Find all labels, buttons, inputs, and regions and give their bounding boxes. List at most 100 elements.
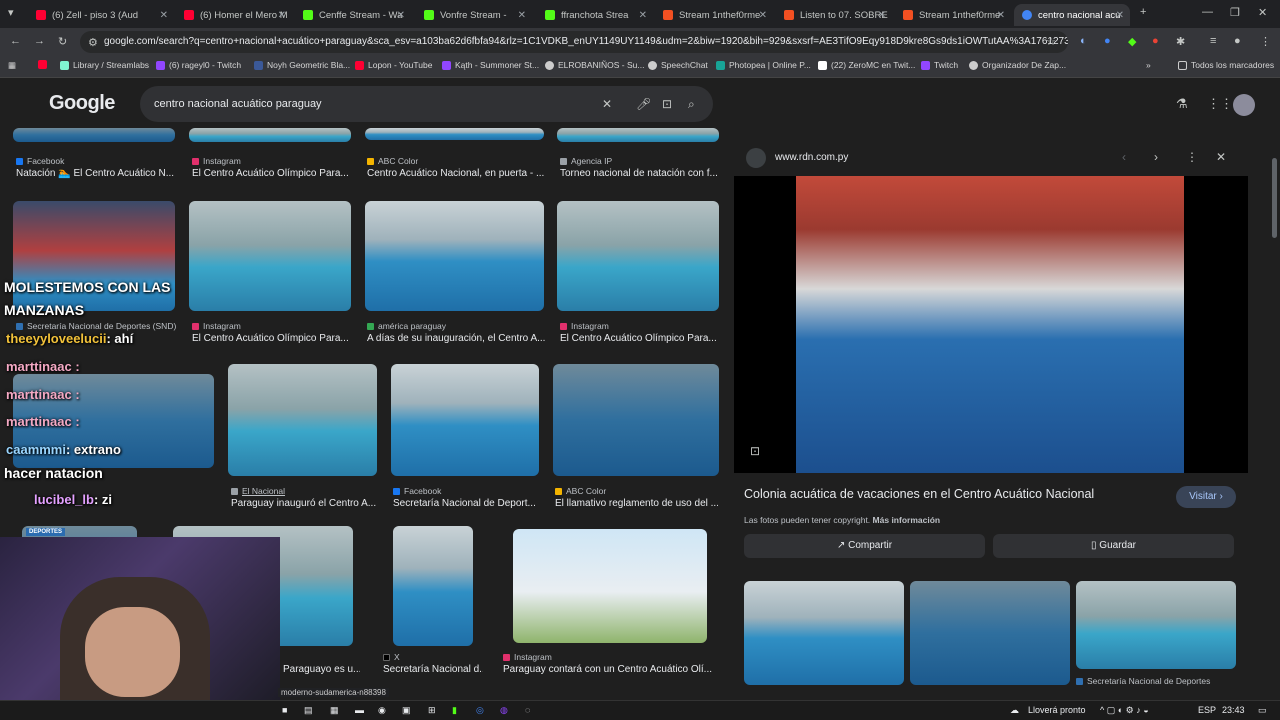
image-result[interactable] <box>365 201 544 311</box>
google-logo[interactable]: Google <box>49 92 115 115</box>
result-caption[interactable]: Secretaría Nacional d... <box>383 664 483 675</box>
lens-search-icon[interactable]: ⊡ <box>662 97 672 111</box>
tab-7[interactable]: Listen to 07. SOBRE ✕ <box>776 4 892 26</box>
app-icon[interactable]: ◍ <box>500 705 508 716</box>
voice-search-icon[interactable]: 🎤︎ <box>636 97 651 111</box>
result-caption[interactable]: Paraguay contará con un Centro Acuático … <box>503 664 715 675</box>
app-icon[interactable]: ▬ <box>355 705 364 715</box>
next-icon[interactable]: › <box>1154 150 1158 164</box>
account-avatar[interactable] <box>1233 94 1255 116</box>
bookmark-item[interactable]: (22) ZeroMC en Twit... <box>818 60 915 70</box>
image-result[interactable] <box>365 128 544 140</box>
apps-grid-icon[interactable]: ⋮⋮ <box>1207 96 1233 112</box>
forward-icon[interactable]: → <box>34 35 45 47</box>
tab-4[interactable]: Vonfre Stream - ✕ <box>416 4 532 26</box>
more-options-icon[interactable]: ⋮ <box>1186 150 1198 164</box>
image-result[interactable] <box>557 128 719 142</box>
close-tab-icon[interactable]: ✕ <box>518 10 526 21</box>
result-source[interactable]: X <box>383 652 400 662</box>
bookmark-item[interactable]: Organizador De Zap... <box>969 60 1066 70</box>
bookmark-item[interactable]: (6) rageyl0 - Twitch <box>156 60 241 70</box>
image-result[interactable] <box>553 364 719 476</box>
image-result[interactable] <box>557 201 719 311</box>
result-source[interactable]: Instagram <box>503 652 552 662</box>
preview-title[interactable]: Colonia acuática de vacaciones en el Cen… <box>744 487 1094 501</box>
back-icon[interactable]: ← <box>10 35 21 47</box>
address-bar[interactable]: google.com/search?q=centro+nacional+acuá… <box>80 31 1068 53</box>
result-caption[interactable]: El llamativo reglamento de uso del ... <box>555 498 718 509</box>
tab-3[interactable]: Cenffe Stream - Wa ✕ <box>295 4 411 26</box>
related-image[interactable] <box>1076 581 1236 669</box>
bookmark-star-icon[interactable]: ☆ <box>1046 35 1056 48</box>
close-tab-icon[interactable]: ✕ <box>278 10 286 21</box>
close-icon[interactable]: ✕ <box>1216 150 1226 164</box>
tab-2[interactable]: (6) Homer el Mero M ✕ <box>176 4 292 26</box>
restore-icon[interactable]: ❐ <box>1230 6 1240 19</box>
minimize-icon[interactable]: — <box>1202 6 1213 18</box>
apps-grid-icon[interactable]: ▦ <box>8 60 16 71</box>
app-icon[interactable]: ⊞ <box>428 705 436 716</box>
app-icon[interactable]: ▤ <box>304 705 313 716</box>
extension-icon[interactable]: ● <box>1104 35 1111 47</box>
related-image[interactable] <box>744 581 904 685</box>
close-tab-icon[interactable]: ✕ <box>997 10 1005 21</box>
bookmark-item[interactable]: Noyh Geometric Bla... <box>254 60 350 70</box>
image-result[interactable] <box>513 529 707 643</box>
result-caption[interactable]: Paraguay inauguró el Centro A... <box>231 498 377 509</box>
result-caption[interactable]: El Centro Acuático Olímpico Para... <box>560 333 718 344</box>
save-button[interactable]: ▯ Guardar <box>993 534 1234 558</box>
result-source[interactable]: américa paraguay <box>367 321 446 331</box>
result-caption[interactable]: Secretaría Nacional de Deport... <box>393 498 539 509</box>
result-source[interactable]: Secretaría Nacional de Deportes <box>1076 676 1210 686</box>
reload-icon[interactable]: ↻ <box>58 35 67 48</box>
result-source[interactable]: Agencia IP <box>560 156 612 166</box>
app-icon[interactable]: ▦ <box>330 705 339 716</box>
chrome-icon[interactable]: ◎ <box>476 705 484 716</box>
tab-active[interactable]: centro nacional acu ✕ <box>1014 4 1130 26</box>
image-result[interactable] <box>393 526 473 646</box>
bookmark-item[interactable]: ELROBANIÑOS - Su... <box>545 60 644 70</box>
tab-8[interactable]: Stream 1nthef0rme ✕ <box>895 4 1011 26</box>
close-tab-icon[interactable]: ✕ <box>878 10 886 21</box>
scrollbar-thumb[interactable] <box>1272 158 1277 238</box>
result-caption[interactable]: El Centro Acuático Olímpico Para... <box>192 333 352 344</box>
result-caption[interactable]: Torneo nacional de natación con f... <box>560 168 718 179</box>
extensions-puzzle-icon[interactable]: ✱ <box>1176 35 1185 48</box>
more-bookmarks-icon[interactable]: » <box>1146 60 1151 70</box>
labs-flask-icon[interactable]: ⚗ <box>1176 96 1188 112</box>
related-image[interactable] <box>910 581 1070 685</box>
result-source[interactable]: Instagram <box>560 321 609 331</box>
extension-icon[interactable]: ◆ <box>1128 35 1136 48</box>
result-source[interactable]: Secretaría Nacional de Deportes (SND) <box>16 321 176 331</box>
close-tab-icon[interactable]: ✕ <box>759 10 767 21</box>
preview-site[interactable]: www.rdn.com.py <box>775 152 848 163</box>
previous-icon[interactable]: ‹ <box>1122 150 1126 164</box>
result-caption[interactable]: Paraguayo es u... <box>283 664 360 675</box>
weather-icon[interactable]: ☁ <box>1010 705 1019 716</box>
bookmark-item[interactable]: Photopea | Online P... <box>716 60 811 70</box>
tray-icons[interactable]: ^ ▢ ◐ ⚙ ♪ ◒ <box>1100 705 1149 716</box>
app-icon[interactable]: ■ <box>282 705 287 715</box>
result-source[interactable]: Facebook <box>393 486 441 496</box>
close-tab-icon[interactable]: ✕ <box>1116 10 1124 21</box>
image-result[interactable] <box>13 128 175 142</box>
close-tab-icon[interactable]: ✕ <box>397 10 405 21</box>
bookmark-item[interactable]: Twitch <box>921 60 958 70</box>
result-source[interactable]: Facebook <box>16 156 64 166</box>
extension-icon[interactable]: ● <box>1152 35 1159 47</box>
all-bookmarks-folder[interactable]: Todos los marcadores <box>1178 60 1274 70</box>
tab-5[interactable]: ffranchota Strea ✕ <box>537 4 653 26</box>
language-indicator[interactable]: ESP <box>1198 705 1216 715</box>
image-result[interactable] <box>228 364 377 476</box>
clock[interactable]: 23:43 <box>1222 705 1245 715</box>
app-icon[interactable]: ◌ <box>525 705 530 715</box>
close-window-icon[interactable]: ✕ <box>1258 6 1267 19</box>
close-tab-icon[interactable]: ✕ <box>160 10 168 21</box>
bookmark-youtube-icon[interactable] <box>38 60 47 69</box>
result-source[interactable]: Instagram <box>192 156 241 166</box>
profile-avatar-icon[interactable]: ● <box>1234 35 1241 47</box>
result-source[interactable]: Instagram <box>192 321 241 331</box>
tab-search-icon[interactable]: ▾ <box>8 6 14 19</box>
steam-icon[interactable]: ◉ <box>378 705 386 716</box>
image-result[interactable] <box>189 128 351 142</box>
